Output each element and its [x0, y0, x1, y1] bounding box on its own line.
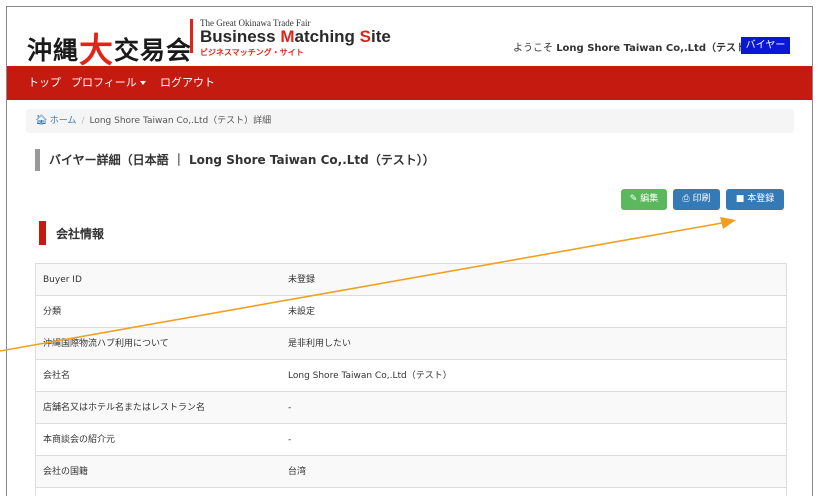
company-info-table: Buyer ID 未登録 分類 未設定 沖縄国際物流ハブ利用について 是非利用したい …	[35, 263, 787, 496]
row-value: 台湾	[288, 467, 307, 477]
welcome-message: ようこそ Long Shore Taiwan Co,.Ltd（テスト）	[513, 43, 756, 54]
page-title: バイヤー詳細（日本語 ｜ Long Shore Taiwan Co,.Ltd（テ…	[35, 149, 435, 171]
row-value: -	[288, 435, 292, 445]
nav-item-logout[interactable]: ログアウト	[160, 66, 215, 100]
site-logo[interactable]: 沖縄大交易会	[27, 20, 193, 71]
table-row: 分類 未設定	[35, 296, 787, 328]
breadcrumb-separator: /	[81, 116, 85, 126]
logo-big-char: 大	[79, 31, 115, 71]
table-row	[35, 488, 787, 496]
chevron-down-icon	[139, 81, 146, 85]
print-button[interactable]: ⎙ 印刷	[673, 189, 720, 210]
home-icon[interactable]: 🏠︎	[35, 115, 48, 126]
logo-jp-subtitle: ビジネスマッチング・サイト	[200, 48, 304, 57]
row-label: 店舗名又はホテル名またはレストラン名	[43, 403, 206, 413]
row-label: Buyer ID	[43, 275, 82, 285]
table-row: 本商談会の紹介元 -	[35, 424, 787, 456]
browser-page: 沖縄大交易会 The Great Okinawa Trade Fair Busi…	[6, 6, 813, 496]
main-nav: トップ プロフィール ログアウト	[7, 66, 812, 100]
breadcrumb-current: Long Shore Taiwan Co,.Ltd（テスト）詳細	[89, 116, 272, 126]
row-value: 是非利用したい	[288, 339, 352, 349]
row-label: 分類	[43, 307, 62, 317]
table-row: 沖縄国際物流ハブ利用について 是非利用したい	[35, 328, 787, 360]
row-value: 未設定	[288, 307, 316, 317]
logo-jp-text: 沖縄	[27, 36, 80, 65]
table-row: 店舗名又はホテル名またはレストラン名 -	[35, 392, 787, 424]
section-title-company: 会社情報	[39, 221, 104, 245]
row-label: 本商談会の紹介元	[43, 435, 116, 445]
table-row: 会社の国籍 台湾	[35, 456, 787, 488]
row-label: 沖縄国際物流ハブ利用について	[43, 339, 169, 349]
role-badge: バイヤー	[741, 37, 790, 54]
print-icon: ⎙	[682, 194, 690, 204]
logo-divider	[190, 19, 193, 53]
site-header: 沖縄大交易会 The Great Okinawa Trade Fair Busi…	[7, 7, 812, 71]
row-label: 会社の国籍	[43, 467, 89, 477]
row-value: Long Shore Taiwan Co,.Ltd（テスト）	[288, 371, 452, 381]
pencil-icon: ✎	[629, 194, 638, 204]
breadcrumb-home-link[interactable]: ホーム	[50, 116, 77, 126]
edit-button[interactable]: ✎ 編集	[621, 189, 667, 210]
row-label: 会社名	[43, 371, 71, 381]
breadcrumb: 🏠︎ ホーム / Long Shore Taiwan Co,.Ltd（テスト）詳細	[26, 109, 794, 133]
register-button[interactable]: ■ 本登録	[726, 189, 784, 210]
logo-jp-rest: 交易会	[114, 36, 193, 65]
nav-item-top[interactable]: トップ	[28, 66, 61, 100]
row-value: 未登録	[288, 275, 316, 285]
table-row: Buyer ID 未登録	[35, 264, 787, 296]
logo-en-title: Business Matching Site	[200, 27, 391, 46]
table-row: 会社名 Long Shore Taiwan Co,.Ltd（テスト）	[35, 360, 787, 392]
file-icon: ■	[735, 194, 745, 204]
nav-item-profile[interactable]: プロフィール	[71, 66, 146, 100]
row-value: -	[288, 403, 292, 413]
